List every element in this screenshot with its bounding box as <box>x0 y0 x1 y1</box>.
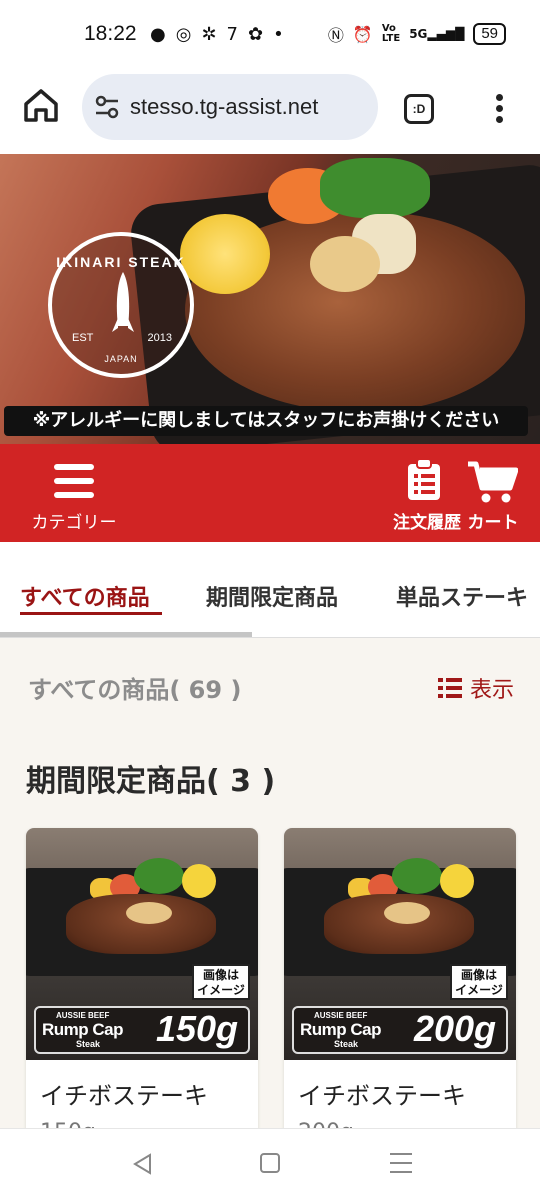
product-title: イチボステーキ <box>40 1082 208 1110</box>
tabs-scrollbar[interactable] <box>0 632 252 637</box>
hero-banner: IKINARI STEAK EST 2013 JAPAN ※アレルギーに関しまし… <box>0 154 540 444</box>
system-icons: Ⓝ ⏰ Vo LTE 5G▂▄▆█ 59 <box>328 22 506 46</box>
battery-icon: 59 <box>473 23 506 45</box>
product-label-plate: AUSSIE BEEF Rump Cap Steak 200g <box>292 1006 508 1054</box>
product-label-plate: AUSSIE BEEF Rump Cap Steak 150g <box>34 1006 250 1054</box>
shop-nav: カテゴリー 注文履歴 カート <box>0 444 540 542</box>
status-bar: 18:22 ● ◎ ✲ 7 ✿ • Ⓝ ⏰ Vo LTE 5G▂▄▆█ 59 <box>0 0 540 72</box>
image-note: 画像は イメージ <box>450 964 508 1000</box>
more-menu-icon[interactable] <box>494 94 504 124</box>
image-note: 画像は イメージ <box>192 964 250 1000</box>
volte-icon: Vo LTE <box>381 23 401 44</box>
display-label: 表示 <box>469 678 514 703</box>
cart-icon <box>468 461 518 503</box>
product-list: すべての商品( 69 ) 表示 期間限定商品( 3 ) 画像は イメージ AUS… <box>0 638 540 1128</box>
url-text: stesso.tg-assist.net <box>130 94 319 119</box>
product-subtitle: 150g <box>40 1120 96 1128</box>
section-title: 期間限定商品( 3 ) <box>26 764 276 799</box>
site-settings-icon[interactable] <box>94 94 120 120</box>
system-nav-bar <box>0 1128 540 1200</box>
product-image: 画像は イメージ AUSSIE BEEF Rump Cap Steak 150g <box>26 828 258 1060</box>
chat-icon: ● <box>150 24 166 45</box>
cart-label: カート <box>467 513 519 533</box>
all-products-count: すべての商品( 69 ) <box>28 676 242 704</box>
tab-switcher-button[interactable]: :D <box>404 94 434 124</box>
dot-icon: • <box>273 24 284 45</box>
active-tab-indicator <box>20 612 162 615</box>
back-icon[interactable] <box>132 1153 152 1175</box>
hamburger-icon <box>54 464 94 498</box>
display-toggle-button[interactable]: 表示 <box>437 672 514 704</box>
flower-icon: ✿ <box>247 24 264 45</box>
shazam-icon: ◎ <box>175 24 192 45</box>
tab-single-steak[interactable]: 単品ステーキ <box>396 580 528 612</box>
tab-limited-products[interactable]: 期間限定商品 <box>206 580 338 612</box>
product-title: イチボステーキ <box>298 1082 466 1110</box>
clipboard-icon <box>408 458 440 500</box>
home-icon[interactable] <box>22 86 60 124</box>
nfc-icon: Ⓝ <box>327 26 344 45</box>
cart-button[interactable]: カート <box>462 456 524 538</box>
seven-icon: 7 <box>226 24 238 45</box>
product-card[interactable]: 画像は イメージ AUSSIE BEEF Rump Cap Steak 200g… <box>284 828 516 1128</box>
broccoli-image <box>320 158 430 218</box>
browser-toolbar: stesso.tg-assist.net :D <box>0 72 540 154</box>
signal-icon: 5G▂▄▆█ <box>409 27 465 41</box>
category-button[interactable]: カテゴリー <box>20 458 128 538</box>
address-bar[interactable]: stesso.tg-assist.net <box>82 74 378 140</box>
logo-est: EST <box>72 332 94 344</box>
category-tabs: すべての商品 期間限定商品 単品ステーキ <box>0 542 540 638</box>
notification-icons: ● ◎ ✲ 7 ✿ • <box>150 24 284 45</box>
category-label: カテゴリー <box>31 513 117 533</box>
butter-image <box>310 236 380 292</box>
brand-logo: IKINARI STEAK EST 2013 JAPAN <box>48 232 194 378</box>
bee-icon: ✲ <box>201 24 217 45</box>
order-history-label: 注文履歴 <box>393 513 461 533</box>
allergy-notice: ※アレルギーに関しましてはスタッフにお声掛けください <box>4 406 528 436</box>
status-time: 18:22 <box>84 22 137 45</box>
logo-country: JAPAN <box>104 354 138 364</box>
recents-icon[interactable] <box>390 1153 412 1175</box>
logo-year: 2013 <box>147 332 172 344</box>
product-image: 画像は イメージ AUSSIE BEEF Rump Cap Steak 200g <box>284 828 516 1060</box>
list-icon <box>437 678 462 698</box>
corn-image <box>180 214 270 294</box>
logo-text: IKINARI STEAK <box>56 254 186 270</box>
order-history-button[interactable]: 注文履歴 <box>384 456 470 538</box>
alarm-icon: ⏰ <box>352 24 373 44</box>
home-nav-icon[interactable] <box>260 1153 280 1173</box>
tab-all-products[interactable]: すべての商品 <box>20 580 150 612</box>
product-subtitle: 200g <box>298 1120 354 1128</box>
rocket-icon <box>112 272 134 332</box>
product-card[interactable]: 画像は イメージ AUSSIE BEEF Rump Cap Steak 150g… <box>26 828 258 1128</box>
